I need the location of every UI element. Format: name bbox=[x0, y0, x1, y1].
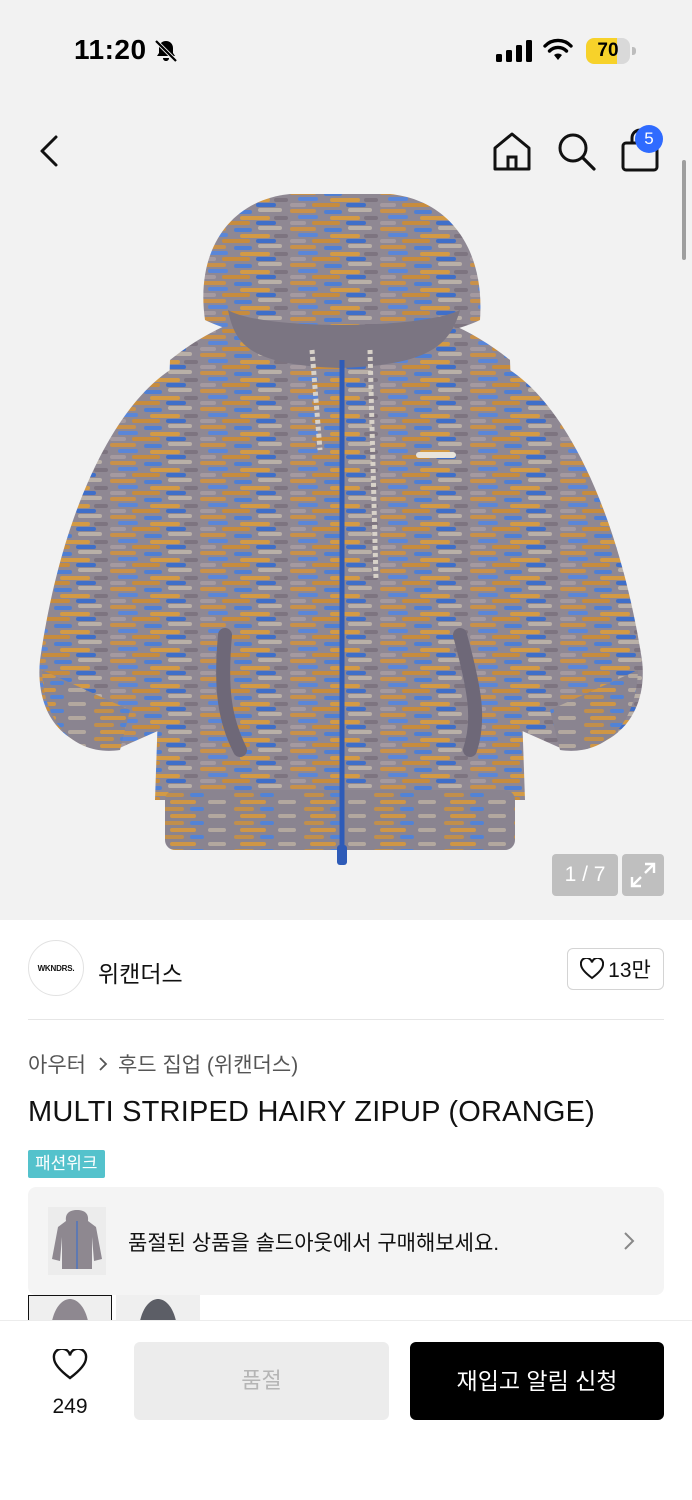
breadcrumb-category[interactable]: 아우터 bbox=[28, 1049, 86, 1079]
image-counter: 1 / 7 bbox=[552, 854, 618, 896]
brand-like-button[interactable]: 13만 bbox=[567, 948, 664, 990]
product-thumbnail bbox=[48, 1207, 106, 1275]
breadcrumb: 아우터 후드 집업 (위캔더스) bbox=[28, 1050, 298, 1078]
soldout-banner-text: 품절된 상품을 솔드아웃에서 구매해보세요. bbox=[128, 1232, 500, 1255]
brand-like-count: 13만 bbox=[608, 959, 651, 982]
chevron-right-icon bbox=[99, 1057, 108, 1071]
heart-icon bbox=[52, 1349, 88, 1380]
top-navigation bbox=[0, 115, 692, 185]
brand-logo[interactable]: WKNDRS. bbox=[28, 940, 84, 996]
color-option-gray[interactable] bbox=[116, 1295, 200, 1320]
soldout-marketplace-banner[interactable]: 품절된 상품을 솔드아웃에서 구매해보세요. bbox=[28, 1187, 664, 1295]
restock-alert-button[interactable]: 재입고 알림 신청 bbox=[410, 1342, 664, 1420]
bell-muted-icon bbox=[154, 39, 178, 63]
heart-icon bbox=[580, 958, 605, 980]
cellular-signal-icon bbox=[496, 40, 532, 62]
expand-icon[interactable] bbox=[622, 854, 664, 896]
battery-icon: 70 bbox=[586, 38, 636, 64]
status-bar: 11:20 70 bbox=[0, 0, 692, 100]
status-time: 11:20 bbox=[74, 34, 147, 65]
brand-row: WKNDRS. 위캔더스 13만 bbox=[28, 940, 664, 1000]
home-icon[interactable] bbox=[490, 129, 534, 173]
brand-logo-text: WKNDRS. bbox=[37, 963, 75, 973]
cart-count-badge: 5 bbox=[635, 125, 663, 153]
breadcrumb-subcategory[interactable]: 후드 집업 (위캔더스) bbox=[118, 1049, 298, 1079]
brand-name[interactable]: 위캔더스 bbox=[98, 955, 183, 989]
chevron-right-icon bbox=[624, 1232, 635, 1250]
battery-level: 70 bbox=[597, 40, 619, 61]
wishlist-count: 249 bbox=[52, 1395, 88, 1418]
wifi-icon bbox=[543, 38, 573, 60]
soldout-button[interactable]: 품절 bbox=[134, 1342, 389, 1420]
product-title: MULTI STRIPED HAIRY ZIPUP (ORANGE) bbox=[28, 1096, 596, 1128]
product-image-hoodie[interactable] bbox=[20, 190, 660, 880]
search-icon[interactable] bbox=[554, 129, 598, 173]
back-icon[interactable] bbox=[30, 129, 70, 173]
color-options bbox=[28, 1295, 208, 1320]
scroll-indicator[interactable] bbox=[682, 160, 686, 260]
event-badge: 패션위크 bbox=[28, 1150, 105, 1178]
wishlist-button[interactable]: 249 bbox=[40, 1343, 100, 1423]
divider bbox=[28, 1019, 664, 1020]
color-option-orange[interactable] bbox=[28, 1295, 112, 1320]
bottom-action-bar: 249 품절 재입고 알림 신청 bbox=[0, 1320, 692, 1500]
